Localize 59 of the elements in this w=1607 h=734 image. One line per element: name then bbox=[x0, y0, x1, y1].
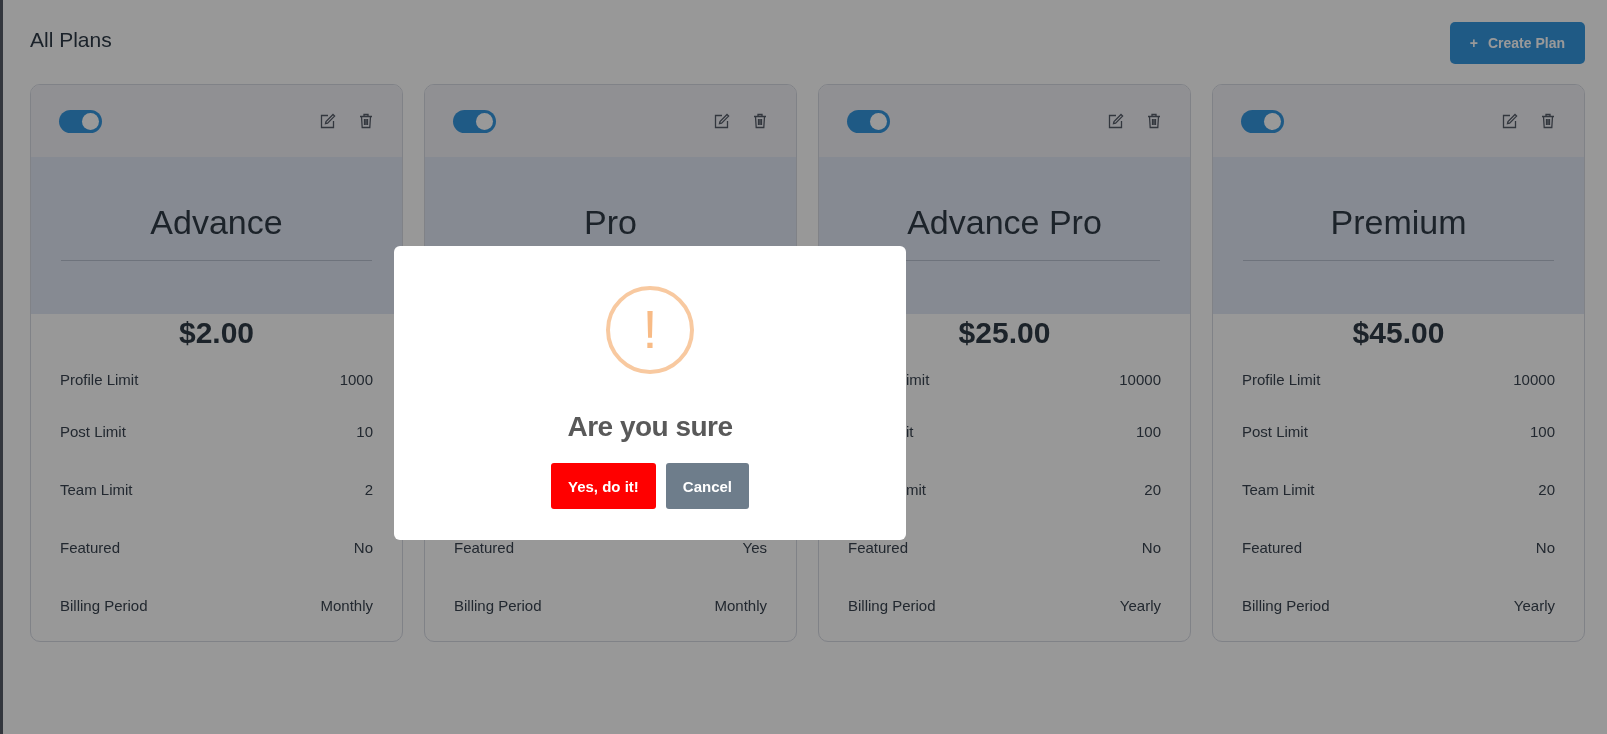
row-value: No bbox=[1141, 538, 1161, 556]
create-plan-button[interactable]: + Create Plan bbox=[1449, 22, 1585, 64]
plan-price: $25.00 bbox=[958, 316, 1051, 351]
row-label: Featured bbox=[848, 538, 909, 556]
page-title: All Plans bbox=[30, 28, 112, 52]
row-value: Yearly bbox=[1513, 596, 1555, 614]
row-value: 100 bbox=[1135, 422, 1161, 440]
warning-icon: ! bbox=[605, 285, 695, 375]
edit-icon[interactable] bbox=[714, 113, 730, 129]
row-value: 10 bbox=[356, 422, 373, 440]
row-label: Team Limit bbox=[60, 480, 133, 498]
plan-title: Advance bbox=[150, 203, 283, 242]
row-label: Featured bbox=[454, 538, 515, 556]
row-label: Featured bbox=[1242, 538, 1303, 556]
toggle-switch[interactable] bbox=[847, 109, 890, 133]
row-label: Profile Limit bbox=[1242, 370, 1321, 388]
trash-icon[interactable] bbox=[358, 113, 374, 129]
row-label: Featured bbox=[60, 538, 121, 556]
row-value: No bbox=[353, 538, 373, 556]
cancel-button[interactable]: Cancel bbox=[665, 463, 750, 509]
row-label: it bbox=[906, 422, 914, 440]
toggle-switch[interactable] bbox=[59, 109, 102, 133]
row-label: Post Limit bbox=[1242, 422, 1308, 440]
row-value: 10000 bbox=[1513, 370, 1555, 388]
row-value: 100 bbox=[1529, 422, 1555, 440]
plan-title: Pro bbox=[584, 203, 637, 242]
plan-title: Premium bbox=[1330, 203, 1467, 242]
row-label: Billing Period bbox=[848, 596, 936, 614]
row-label: Team Limit bbox=[1242, 480, 1315, 498]
plan-price: $45.00 bbox=[1352, 316, 1445, 351]
plan-title: Advance Pro bbox=[907, 203, 1102, 242]
row-value: 20 bbox=[1144, 480, 1161, 498]
confirm-button[interactable]: Yes, do it! bbox=[550, 463, 656, 509]
trash-icon[interactable] bbox=[1540, 113, 1556, 129]
row-value: 10000 bbox=[1119, 370, 1161, 388]
row-value: 20 bbox=[1538, 480, 1555, 498]
row-value: Yearly bbox=[1119, 596, 1161, 614]
edit-icon[interactable] bbox=[320, 113, 336, 129]
row-value: Monthly bbox=[320, 596, 373, 614]
edit-icon[interactable] bbox=[1108, 113, 1124, 129]
row-label: Post Limit bbox=[60, 422, 126, 440]
trash-icon[interactable] bbox=[1146, 113, 1162, 129]
dialog-title: Are you sure bbox=[567, 411, 733, 443]
row-label: Profile Limit bbox=[60, 370, 139, 388]
row-value: 2 bbox=[364, 480, 373, 498]
row-label: mit bbox=[906, 480, 926, 498]
plan-price: $2.00 bbox=[178, 316, 255, 351]
row-label: Billing Period bbox=[1242, 596, 1330, 614]
trash-icon[interactable] bbox=[752, 113, 768, 129]
row-label: Billing Period bbox=[60, 596, 148, 614]
row-value: No bbox=[1535, 538, 1555, 556]
toggle-switch[interactable] bbox=[453, 109, 496, 133]
toggle-switch[interactable] bbox=[1241, 109, 1284, 133]
row-value: Monthly bbox=[714, 596, 767, 614]
row-label: imit bbox=[906, 370, 930, 388]
row-label: Billing Period bbox=[454, 596, 542, 614]
row-value: Yes bbox=[742, 538, 767, 556]
row-value: 1000 bbox=[339, 370, 373, 388]
edit-icon[interactable] bbox=[1502, 113, 1518, 129]
